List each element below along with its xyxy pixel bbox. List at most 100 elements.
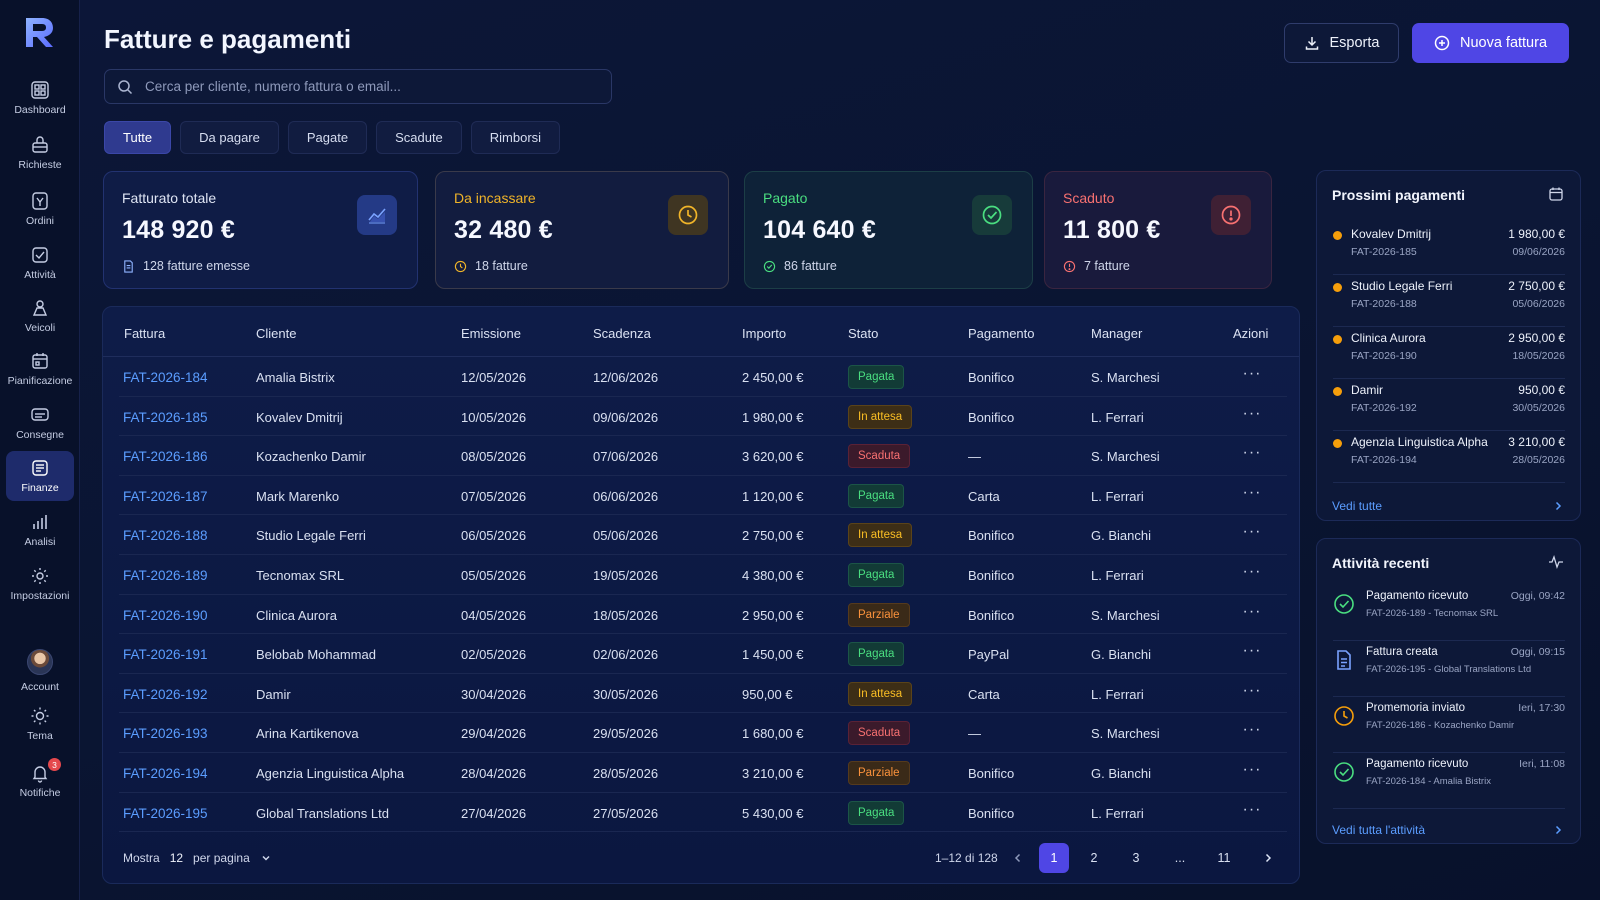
table-row[interactable]: FAT-2026-191 Belobab Mohammad 02/05/2026 02… [119,634,1287,674]
col-pagamento[interactable]: Pagamento [968,326,1035,341]
invoice-link[interactable]: FAT-2026-184 [123,370,208,385]
issue-date: 27/04/2026 [461,805,527,821]
row-actions-icon[interactable]: ··· [1241,801,1263,823]
invoice-link[interactable]: FAT-2026-190 [123,608,208,623]
col-emissione[interactable]: Emissione [461,326,521,341]
new-invoice-button[interactable]: Nuova fattura [1412,23,1569,63]
page-button-11[interactable]: 11 [1209,843,1239,873]
stat-sub-text: 86 fatture [784,259,837,273]
invoice-link[interactable]: FAT-2026-187 [123,489,208,504]
sidebar-item-ordini[interactable]: Ordini [6,184,74,234]
table-row[interactable]: FAT-2026-188 Studio Legale Ferri 06/05/202… [119,515,1287,555]
due-date: 07/06/2026 [593,449,659,465]
stat-sub: 18 fatture [454,259,710,273]
sidebar-item-label: Dashboard [14,104,66,116]
table-row[interactable]: FAT-2026-190 Clinica Aurora 04/05/2026 18/0… [119,595,1287,635]
tab-scadute[interactable]: Scadute [376,121,462,154]
sidebar-item-finanze[interactable]: Finanze [6,451,74,501]
due-date: 12/06/2026 [593,370,659,385]
table-row[interactable]: FAT-2026-192 Damir 30/04/2026 30/05/2026 950… [119,674,1287,714]
table-row[interactable]: FAT-2026-193 Arina Kartikenova 29/04/2026 2… [119,713,1287,753]
sidebar-item-label: Ordini [25,215,54,227]
invoice-link[interactable]: FAT-2026-191 [123,647,208,662]
export-button[interactable]: Esporta [1284,23,1399,63]
sidebar-item-veicoli[interactable]: Veicoli [6,291,74,341]
list-item[interactable]: Clinica Aurora FAT-2026-190 2 950,00 € 18/0… [1333,327,1565,379]
table-row[interactable]: FAT-2026-194 Agenzia Linguistica Alpha 28/… [119,753,1287,793]
sidebar-item-analisi[interactable]: Analisi [6,505,74,555]
row-actions-icon[interactable]: ··· [1241,563,1263,585]
row-actions-icon[interactable]: ··· [1241,405,1263,427]
prev-page-button[interactable] [1003,843,1033,873]
invoice-link[interactable]: FAT-2026-192 [123,687,208,702]
search-bar[interactable] [104,69,612,104]
sidebar-account[interactable]: Account [6,643,74,699]
invoice-link[interactable]: FAT-2026-188 [123,528,208,543]
sidebar-item-attivita[interactable]: Attività [6,238,74,288]
table-row[interactable]: FAT-2026-184 Amalia Bistrix 12/05/2026 12/0… [119,357,1287,397]
invoice-link[interactable]: FAT-2026-195 [123,806,208,821]
sidebar-item-consegne[interactable]: Consegne [6,398,74,448]
col-fattura[interactable]: Fattura [124,326,165,341]
list-item[interactable]: Damir FAT-2026-192 950,00 € 30/05/2026 [1333,379,1565,431]
invoice-link[interactable]: FAT-2026-194 [123,766,208,781]
page-button-1[interactable]: 1 [1039,843,1069,873]
per-page-value: 12 [169,851,184,865]
search-input[interactable] [145,79,585,94]
row-actions-icon[interactable]: ··· [1241,603,1263,625]
sidebar-item-impostazioni[interactable]: Impostazioni [6,559,74,609]
row-actions-icon[interactable]: ··· [1241,365,1263,387]
tab-tutte[interactable]: Tutte [104,121,172,154]
col-cliente[interactable]: Cliente [256,326,296,341]
table-row[interactable]: FAT-2026-189 Tecnomax SRL 05/05/2026 19/05/… [119,555,1287,595]
pagination-bar: Mostra 12 per pagina 1–12 di 128 1 2 3 .… [103,831,1299,883]
invoice-link[interactable]: FAT-2026-186 [123,449,208,464]
activity-item[interactable]: Fattura creata FAT-2026-195 - Global Tran… [1333,641,1565,697]
row-actions-icon[interactable]: ··· [1241,682,1263,704]
invoice-link[interactable]: FAT-2026-185 [123,410,208,425]
tab-pagate[interactable]: Pagate [287,121,368,154]
row-actions-icon[interactable]: ··· [1241,642,1263,664]
table-row[interactable]: FAT-2026-187 Mark Marenko 07/05/2026 06/06/… [119,476,1287,516]
sidebar-item-richieste[interactable]: Richieste [6,128,74,178]
notifications-button[interactable]: 3 Notifiche [6,756,74,806]
page-button-2[interactable]: 2 [1079,843,1109,873]
page-button-3[interactable]: 3 [1121,843,1151,873]
table-row[interactable]: FAT-2026-186 Kozachenko Damir 08/05/2026 07… [119,436,1287,476]
list-item[interactable]: Kovalev Dmitrij FAT-2026-185 1 980,00 € 09/… [1333,223,1565,275]
row-actions-icon[interactable]: ··· [1241,444,1263,466]
table-row[interactable]: FAT-2026-195 Global Translations Ltd 27/04… [119,793,1287,833]
col-importo[interactable]: Importo [742,326,786,341]
manager-name: S. Marchesi [1091,370,1160,385]
chevron-right-icon[interactable] [1552,824,1564,836]
col-scadenza[interactable]: Scadenza [593,326,651,341]
row-actions-icon[interactable]: ··· [1241,484,1263,506]
sidebar-item-dashboard[interactable]: Dashboard [6,73,74,123]
list-item[interactable]: Studio Legale Ferri FAT-2026-188 2 750,00 … [1333,275,1565,327]
tab-da-pagare[interactable]: Da pagare [180,121,279,154]
row-actions-icon[interactable]: ··· [1241,761,1263,783]
col-manager[interactable]: Manager [1091,326,1142,341]
row-actions-icon[interactable]: ··· [1241,523,1263,545]
activity-item[interactable]: Pagamento ricevuto FAT-2026-184 - Amalia … [1333,753,1565,809]
row-actions-icon[interactable]: ··· [1241,721,1263,743]
activity-item[interactable]: Promemoria inviato FAT-2026-186 - Kozache… [1333,697,1565,753]
stat-sub: 86 fatture [763,259,1014,273]
payment-method: Bonifico [968,766,1015,781]
next-page-button[interactable] [1253,843,1283,873]
chevron-right-icon[interactable] [1552,500,1564,512]
app-logo[interactable] [22,14,58,50]
theme-toggle[interactable]: Tema [6,699,74,749]
tab-rimborsi[interactable]: Rimborsi [470,121,561,154]
table-row[interactable]: FAT-2026-185 Kovalev Dmitrij 10/05/2026 09/… [119,397,1287,437]
sidebar-item-pianificazione[interactable]: Pianificazione [6,344,74,394]
per-page-selector[interactable]: Mostra 12 per pagina [123,851,272,865]
col-stato[interactable]: Stato [848,326,878,341]
see-all-payments-link[interactable]: Vedi tutte [1332,499,1382,513]
invoice-link[interactable]: FAT-2026-193 [123,726,208,741]
list-item[interactable]: Agenzia Linguistica Alpha FAT-2026-194 3 2… [1333,431,1565,483]
calendar-icon[interactable] [1548,186,1564,202]
activity-item[interactable]: Pagamento ricevuto FAT-2026-189 - Tecnoma… [1333,585,1565,641]
see-all-activity-link[interactable]: Vedi tutta l'attività [1332,823,1425,837]
invoice-link[interactable]: FAT-2026-189 [123,568,208,583]
